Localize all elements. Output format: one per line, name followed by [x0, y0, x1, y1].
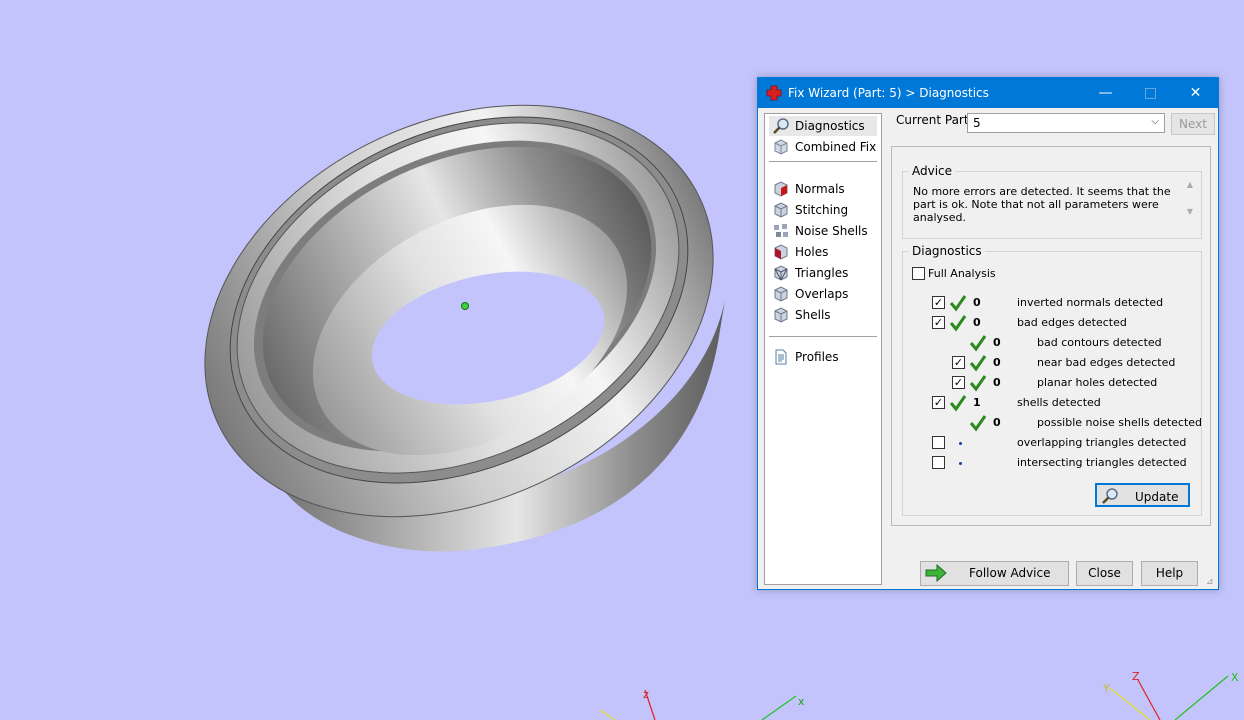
- nav-item-normals[interactable]: Normals: [769, 179, 877, 199]
- magnifier-icon: [773, 118, 789, 134]
- close-button[interactable]: Close: [1076, 561, 1133, 586]
- nav-item-shells[interactable]: Shells: [769, 305, 877, 325]
- update-button[interactable]: Update: [1095, 483, 1190, 507]
- help-button[interactable]: Help: [1141, 561, 1198, 586]
- title-bar[interactable]: Fix Wizard (Part: 5) > Diagnostics — □ ✕: [758, 78, 1218, 108]
- planar-holes-checkbox[interactable]: ✓: [952, 376, 965, 389]
- bad-contours-label: bad contours detected: [1037, 336, 1162, 349]
- window-title: Fix Wizard (Part: 5) > Diagnostics: [788, 86, 989, 100]
- inverted-normals-count: 0: [973, 296, 981, 309]
- axis-label-x1: x: [798, 695, 805, 708]
- current-part-select[interactable]: 5 ⌵: [967, 113, 1165, 133]
- bad-edges-count: 0: [973, 316, 981, 329]
- document-icon: [775, 349, 787, 365]
- advice-scrollbar[interactable]: ▲ ▼: [1183, 180, 1197, 232]
- full-analysis-label: Full Analysis: [928, 267, 996, 280]
- planar-holes-label: planar holes detected: [1037, 376, 1158, 389]
- svg-text:Z: Z: [1132, 670, 1140, 683]
- wizard-nav-panel: Diagnostics Combined Fix Normals Stitchi…: [764, 113, 882, 585]
- shells-label: shells detected: [1017, 396, 1101, 409]
- noise-shells-count: 0: [993, 416, 1001, 429]
- fix-wizard-dialog: Fix Wizard (Part: 5) > Diagnostics — □ ✕…: [757, 77, 1219, 590]
- overlapping-triangles-checkbox[interactable]: [932, 436, 945, 449]
- diagnostics-page: Advice No more errors are detected. It s…: [891, 146, 1211, 526]
- nav-separator: [769, 336, 877, 337]
- resize-grip-icon[interactable]: ⊿: [1206, 577, 1216, 587]
- advice-text: No more errors are detected. It seems th…: [913, 185, 1171, 224]
- nav-item-diagnostics[interactable]: Diagnostics: [769, 116, 877, 136]
- nav-item-profiles[interactable]: Profiles: [769, 347, 877, 367]
- check-ok-icon: [969, 375, 987, 392]
- advice-legend: Advice: [909, 164, 956, 178]
- svg-text:X: X: [1231, 671, 1239, 684]
- axis-triad-corner: Z X Y: [1102, 670, 1239, 720]
- minimize-icon[interactable]: —: [1083, 78, 1128, 108]
- nav-item-overlaps[interactable]: Overlaps: [769, 284, 877, 304]
- axis-triad-center: x z: [599, 688, 805, 720]
- pending-dot-icon: [959, 462, 962, 465]
- near-bad-edges-count: 0: [993, 356, 1001, 369]
- check-ok-icon: [969, 415, 987, 432]
- nav-item-triangles[interactable]: Triangles: [769, 263, 877, 283]
- rotation-center-marker: [461, 302, 469, 310]
- planar-holes-count: 0: [993, 376, 1001, 389]
- next-button: Next: [1171, 113, 1215, 135]
- near-bad-edges-checkbox[interactable]: ✓: [952, 356, 965, 369]
- inverted-normals-label: inverted normals detected: [1017, 296, 1164, 309]
- cube-icon: [774, 139, 788, 155]
- intersecting-triangles-label: intersecting triangles detected: [1017, 456, 1187, 469]
- svg-text:Y: Y: [1102, 682, 1110, 695]
- full-analysis-checkbox[interactable]: [912, 267, 925, 280]
- nav-item-combined-fix[interactable]: Combined Fix: [769, 137, 877, 157]
- shells-count: 1: [973, 396, 981, 409]
- nav-item-stitching[interactable]: Stitching: [769, 200, 877, 220]
- nav-separator: [769, 161, 877, 162]
- current-part-label: Current Part:: [896, 113, 973, 127]
- chevron-down-icon: ⌵: [1151, 116, 1159, 127]
- holes-cube-icon: [774, 244, 788, 260]
- advice-group: Advice No more errors are detected. It s…: [902, 164, 1202, 239]
- maximize-icon[interactable]: □: [1128, 78, 1173, 108]
- nav-item-noise-shells[interactable]: Noise Shells: [769, 221, 877, 241]
- near-bad-edges-label: near bad edges detected: [1037, 356, 1176, 369]
- overlapping-triangles-label: overlapping triangles detected: [1017, 436, 1187, 449]
- bad-edges-checkbox[interactable]: ✓: [932, 316, 945, 329]
- diagnostics-group: Diagnostics Full Analysis ✓ 0 inverted n…: [902, 244, 1203, 516]
- intersecting-triangles-checkbox[interactable]: [932, 456, 945, 469]
- check-ok-icon: [949, 395, 967, 412]
- svg-text:z: z: [643, 688, 649, 701]
- shells-cube-icon: [774, 307, 788, 323]
- check-ok-icon: [969, 335, 987, 352]
- bad-edges-label: bad edges detected: [1017, 316, 1127, 329]
- close-icon[interactable]: ✕: [1173, 78, 1218, 108]
- follow-advice-button[interactable]: Follow Advice: [920, 561, 1069, 586]
- magnifier-icon: [1102, 488, 1118, 504]
- stitching-cube-icon: [774, 202, 788, 218]
- normals-cube-icon: [774, 181, 788, 197]
- triangles-cube-icon: [774, 265, 788, 281]
- diagnostics-legend: Diagnostics: [909, 244, 985, 258]
- nav-item-holes[interactable]: Holes: [769, 242, 877, 262]
- inverted-normals-checkbox[interactable]: ✓: [932, 296, 945, 309]
- ring-part-model[interactable]: [138, 26, 781, 595]
- noise-shells-icon: [774, 224, 788, 237]
- red-cross-icon: [766, 85, 782, 101]
- check-ok-icon: [969, 355, 987, 372]
- check-ok-icon: [949, 295, 967, 312]
- pending-dot-icon: [959, 442, 962, 445]
- overlaps-cube-icon: [774, 286, 788, 302]
- arrow-right-icon: [925, 564, 947, 582]
- shells-checkbox[interactable]: ✓: [932, 396, 945, 409]
- noise-shells-label: possible noise shells detected: [1037, 416, 1203, 429]
- check-ok-icon: [949, 315, 967, 332]
- bad-contours-count: 0: [993, 336, 1001, 349]
